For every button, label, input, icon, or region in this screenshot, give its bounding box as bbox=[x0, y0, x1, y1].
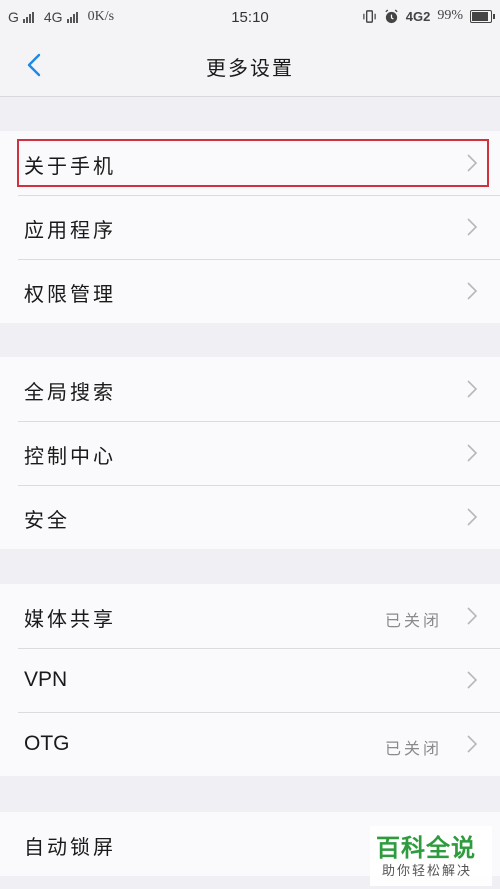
row-label: 安全 bbox=[24, 508, 70, 532]
battery-icon bbox=[470, 9, 495, 23]
nav-header: 更多设置 bbox=[0, 34, 500, 97]
status-bar: G 4G 0K/s 15:10 4G2 99% bbox=[0, 0, 500, 34]
row-label: VPN bbox=[24, 668, 68, 691]
row-label: 应用程序 bbox=[24, 218, 116, 242]
network-type: 4G2 bbox=[405, 8, 431, 24]
row-permissions[interactable]: 权限管理 bbox=[0, 259, 500, 323]
watermark: 百科全说 助你轻松解决 bbox=[370, 826, 492, 886]
row-control-center[interactable]: 控制中心 bbox=[0, 421, 500, 485]
row-value: 已关闭 bbox=[384, 611, 442, 630]
page-title: 更多设置 bbox=[206, 56, 294, 80]
battery-percent: 99% bbox=[437, 8, 463, 23]
chevron-right-icon bbox=[467, 508, 478, 526]
chevron-right-icon bbox=[467, 218, 478, 236]
row-media-sharing[interactable]: 媒体共享 已关闭 bbox=[0, 584, 500, 648]
chevron-right-icon bbox=[467, 607, 478, 625]
row-vpn[interactable]: VPN bbox=[0, 648, 500, 712]
vibrate-icon bbox=[363, 9, 376, 23]
chevron-right-icon bbox=[467, 444, 478, 462]
alarm-icon bbox=[385, 8, 398, 23]
watermark-subtitle: 助你轻松解决 bbox=[382, 864, 473, 879]
row-otg[interactable]: OTG 已关闭 bbox=[0, 712, 500, 776]
row-applications[interactable]: 应用程序 bbox=[0, 195, 500, 259]
settings-group-3: 媒体共享 已关闭 VPN OTG 已关闭 bbox=[0, 584, 500, 776]
settings-group-1: 关于手机 应用程序 权限管理 bbox=[0, 131, 500, 323]
row-label: 关于手机 bbox=[24, 154, 116, 178]
row-label: 自动锁屏 bbox=[24, 835, 116, 859]
status-right: 4G2 99% bbox=[362, 8, 495, 24]
settings-group-2: 全局搜索 控制中心 安全 bbox=[0, 357, 500, 549]
row-security[interactable]: 安全 bbox=[0, 485, 500, 549]
row-global-search[interactable]: 全局搜索 bbox=[0, 357, 500, 421]
row-label: 媒体共享 bbox=[24, 607, 116, 631]
chevron-right-icon bbox=[467, 735, 478, 753]
row-label: 全局搜索 bbox=[24, 380, 116, 404]
row-about-phone[interactable]: 关于手机 bbox=[0, 131, 500, 195]
chevron-right-icon bbox=[467, 282, 478, 300]
chevron-right-icon bbox=[467, 154, 478, 172]
row-label: 权限管理 bbox=[24, 282, 116, 306]
row-value: 已关闭 bbox=[384, 739, 442, 758]
row-label: OTG bbox=[24, 732, 70, 755]
chevron-right-icon bbox=[467, 671, 478, 689]
chevron-right-icon bbox=[467, 380, 478, 398]
watermark-title: 百科全说 bbox=[376, 834, 476, 862]
row-label: 控制中心 bbox=[24, 444, 116, 468]
